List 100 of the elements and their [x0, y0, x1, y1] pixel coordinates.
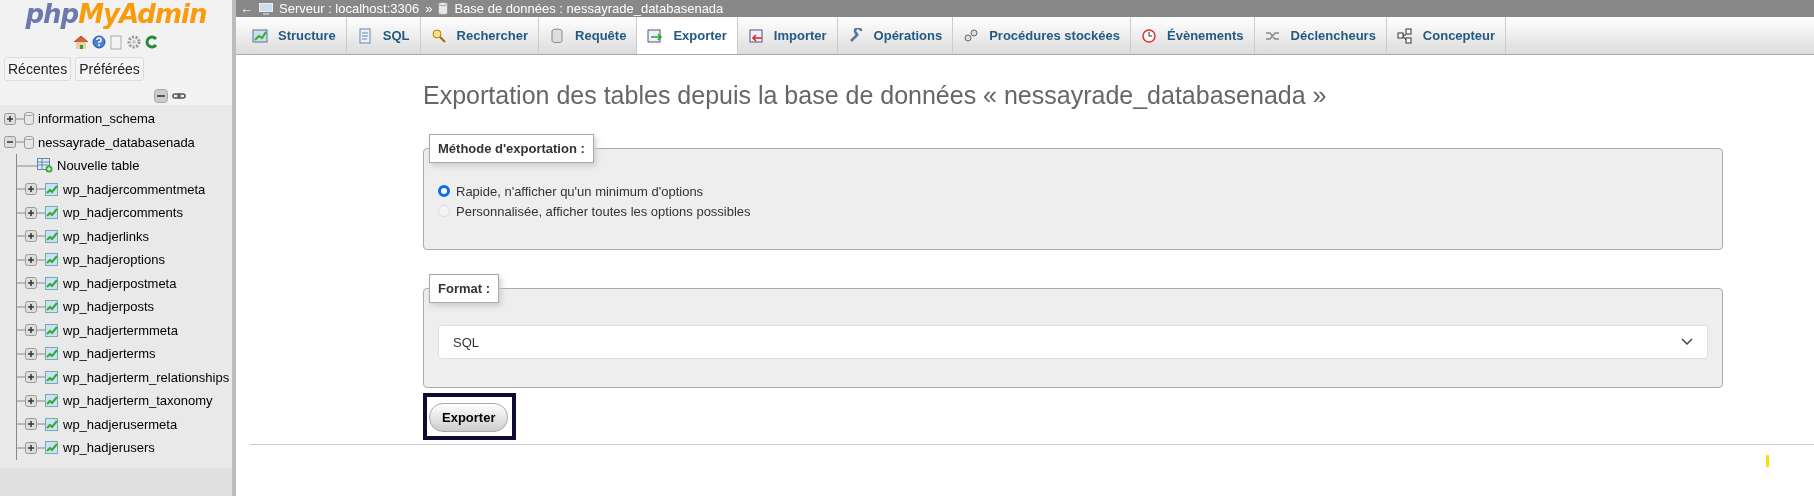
tab[interactable]: Opérations — [837, 17, 954, 54]
tree-line — [37, 329, 45, 332]
tree-line — [16, 141, 24, 144]
export-icon — [647, 27, 664, 44]
table-icon[interactable] — [45, 394, 59, 408]
radio-label[interactable]: Personnalisée, afficher toutes les options possibles — [456, 203, 751, 219]
table-icon[interactable] — [45, 182, 59, 196]
expand-icon[interactable] — [25, 347, 37, 360]
panel-legend: Méthode d'exportation : — [429, 134, 594, 163]
database-icon — [549, 27, 566, 44]
tree-line — [37, 258, 45, 261]
collapse-all-icon[interactable] — [154, 89, 168, 103]
expand-icon[interactable] — [25, 371, 37, 384]
expand-icon[interactable] — [25, 324, 37, 337]
settings-icon[interactable] — [126, 34, 142, 50]
search-icon — [430, 27, 447, 44]
expand-icon[interactable] — [25, 253, 37, 266]
format-select[interactable]: SQL — [438, 325, 1708, 359]
new-table-icon — [37, 158, 53, 174]
table-icon[interactable] — [45, 229, 59, 243]
tab[interactable]: Importer — [737, 17, 838, 54]
table-name[interactable]: wp_hadjerpostmeta — [63, 275, 177, 291]
table-name[interactable]: wp_hadjercomments — [63, 205, 183, 221]
expand-icon[interactable] — [25, 277, 37, 290]
table-icon[interactable] — [45, 206, 59, 220]
new-table-link[interactable]: Nouvelle table — [57, 158, 140, 174]
tree-line — [37, 399, 45, 402]
table-chart-icon — [252, 27, 268, 44]
tree-line — [37, 188, 45, 191]
table-name[interactable]: wp_hadjerposts — [63, 299, 155, 315]
expand-icon[interactable] — [4, 112, 16, 125]
tree-line — [37, 423, 45, 426]
tree-line — [37, 305, 45, 308]
tab[interactable]: Déclencheurs — [1254, 17, 1387, 54]
reload-icon[interactable] — [145, 34, 159, 50]
home-icon[interactable] — [73, 34, 89, 50]
logo[interactable]: phpMyAdmin — [25, 0, 207, 28]
expand-icon[interactable] — [25, 183, 37, 196]
panel-legend: Format : — [429, 274, 499, 303]
diagram-icon — [1396, 27, 1413, 44]
document-icon — [356, 27, 373, 44]
tab[interactable]: Rechercher — [420, 17, 540, 54]
tree-line — [37, 235, 45, 238]
server-link[interactable]: Serveur : localhost:3306 — [279, 1, 420, 16]
expand-icon[interactable] — [25, 394, 37, 407]
export-button[interactable]: Exporter — [429, 403, 509, 432]
table-name[interactable]: wp_hadjertermmeta — [63, 322, 178, 338]
table-icon[interactable] — [45, 323, 59, 337]
tree-line — [37, 211, 45, 214]
tree-line — [37, 282, 45, 285]
back-arrow[interactable]: ← — [240, 1, 253, 16]
tree-line — [16, 117, 24, 120]
tab[interactable]: Concepteur — [1386, 17, 1507, 54]
tab[interactable]: Évènements — [1131, 17, 1255, 54]
collapse-icon[interactable] — [4, 136, 16, 149]
marker-icon — [1766, 455, 1769, 467]
table-name[interactable]: wp_hadjerusermeta — [63, 416, 178, 432]
sidebar-button[interactable]: Préférées — [75, 57, 144, 81]
table-name[interactable]: wp_hadjerlinks — [63, 228, 149, 244]
table-icon[interactable] — [45, 300, 59, 314]
import-icon — [747, 27, 764, 44]
database-name[interactable]: nessayrade_databasenada — [38, 134, 195, 150]
table-name[interactable]: wp_hadjerterm_relationships — [63, 369, 230, 385]
chevron-down-icon — [1681, 338, 1693, 346]
clock-icon — [1141, 27, 1157, 44]
server-icon — [259, 2, 273, 15]
radio-button[interactable] — [438, 185, 450, 197]
table-name[interactable]: wp_hadjerterms — [63, 346, 156, 362]
expand-icon[interactable] — [25, 441, 37, 454]
table-icon[interactable] — [45, 276, 59, 290]
radio-label[interactable]: Rapide, n'afficher qu'un minimum d'options — [456, 183, 704, 199]
page-title: Exportation des tables depuis la base de données « nessayrade_databasenada » — [423, 81, 1328, 110]
table-name[interactable]: wp_hadjercommentmeta — [63, 181, 206, 197]
tab[interactable]: Structure — [242, 17, 347, 54]
table-name[interactable]: wp_hadjerusers — [63, 440, 155, 456]
table-name[interactable]: wp_hadjerterm_taxonomy — [63, 393, 213, 409]
sidebar-button[interactable]: Récentes — [4, 57, 72, 81]
database-link[interactable]: Base de données : nessayrade_databasenada — [454, 1, 724, 16]
database-name[interactable]: information_schema — [38, 111, 156, 127]
tree-line — [37, 376, 45, 379]
help-icon[interactable] — [92, 34, 106, 50]
expand-icon[interactable] — [25, 418, 37, 431]
database-icon — [438, 2, 449, 15]
tree-line — [37, 352, 45, 355]
table-name[interactable]: wp_hadjeroptions — [63, 252, 165, 268]
tab[interactable]: Exporter — [637, 17, 738, 54]
expand-icon[interactable] — [25, 206, 37, 219]
expand-icon[interactable] — [25, 230, 37, 243]
expand-icon[interactable] — [25, 300, 37, 313]
tab[interactable]: SQL — [346, 17, 421, 54]
breadcrumb-separator: » — [425, 1, 433, 16]
table-icon[interactable] — [45, 347, 59, 361]
table-icon[interactable] — [45, 253, 59, 267]
table-icon[interactable] — [45, 441, 59, 455]
tree-line — [37, 446, 45, 449]
table-icon[interactable] — [45, 370, 59, 384]
tab[interactable]: Procédures stockées — [953, 17, 1131, 54]
gears-icon — [963, 27, 980, 44]
table-icon[interactable] — [45, 417, 59, 431]
database-icon — [24, 112, 34, 126]
